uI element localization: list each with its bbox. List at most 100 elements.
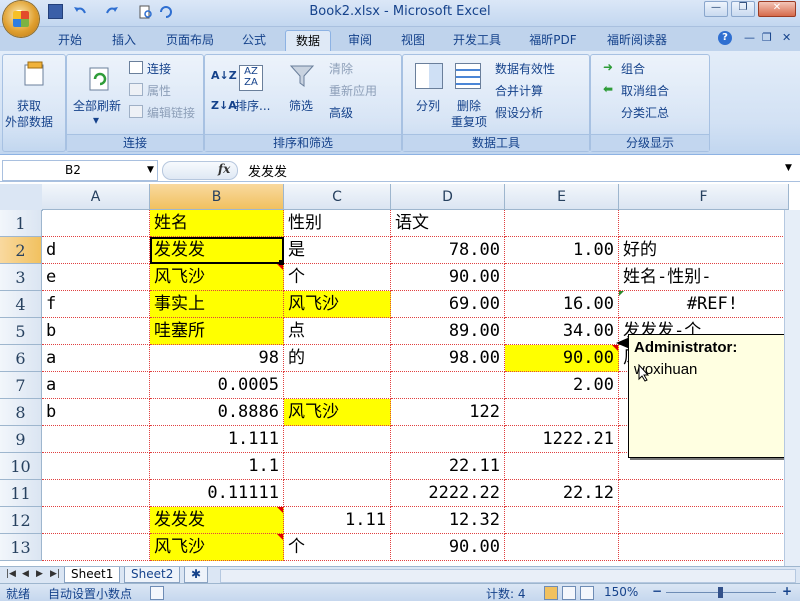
help-icon[interactable]: ? (718, 31, 732, 45)
cell-f2[interactable]: 好的 (619, 237, 789, 264)
cell-a12[interactable] (42, 507, 150, 534)
cell-c7[interactable] (284, 372, 391, 399)
cell-c6[interactable]: 的 (284, 345, 391, 372)
cell-e9[interactable]: 1222.21 (505, 426, 619, 453)
connections-button[interactable]: 连接 (147, 60, 171, 77)
office-button[interactable] (3, 1, 39, 37)
sort-button[interactable]: 排序... (235, 97, 270, 114)
cell-c1[interactable]: 性别 (284, 210, 391, 237)
tab-foxit-reader[interactable]: 福昕阅读器 (597, 30, 677, 50)
row-header-1[interactable]: 1 (0, 210, 42, 237)
cell-e11[interactable]: 22.12 (505, 480, 619, 507)
cell-e5[interactable]: 34.00 (505, 318, 619, 345)
cell-f13[interactable] (619, 534, 789, 561)
cell-e6[interactable]: 90.00 (505, 345, 619, 372)
cell-a11[interactable] (42, 480, 150, 507)
remove-duplicates-label-2[interactable]: 重复项 (451, 113, 487, 130)
sheet-tab-sheet2[interactable]: Sheet2 (124, 567, 181, 583)
cell-b9[interactable]: 1.111 (150, 426, 284, 453)
filter-button[interactable]: 筛选 (289, 97, 313, 114)
prev-sheet-icon[interactable]: ◀ (22, 569, 29, 579)
cell-c11[interactable] (284, 480, 391, 507)
get-external-label-2[interactable]: 外部数据 (5, 113, 53, 130)
cell-b7[interactable]: 0.0005 (150, 372, 284, 399)
row-header-11[interactable]: 11 (0, 480, 42, 507)
get-external-label-1[interactable]: 获取 (17, 97, 41, 114)
row-header-3[interactable]: 3 (0, 264, 42, 291)
cell-d4[interactable]: 69.00 (391, 291, 505, 318)
close-button[interactable]: ✕ (758, 1, 796, 17)
cell-a4[interactable]: f (42, 291, 150, 318)
normal-view-icon[interactable] (544, 586, 558, 600)
cell-a3[interactable]: e (42, 264, 150, 291)
row-header-9[interactable]: 9 (0, 426, 42, 453)
cell-f1[interactable] (619, 210, 789, 237)
cell-e13[interactable] (505, 534, 619, 561)
row-header-2[interactable]: 2 (0, 237, 42, 264)
cell-f3[interactable]: 姓名-性别- (619, 264, 789, 291)
sort-desc-icon[interactable]: Z↓A (211, 99, 237, 112)
tab-review[interactable]: 审阅 (338, 30, 382, 50)
row-header-12[interactable]: 12 (0, 507, 42, 534)
refresh-all-button[interactable]: 全部刷新 (73, 97, 121, 114)
page-break-view-icon[interactable] (580, 586, 594, 600)
cell-c10[interactable] (284, 453, 391, 480)
cell-d7[interactable] (391, 372, 505, 399)
reapply-button[interactable]: 重新应用 (329, 82, 377, 99)
tab-page-layout[interactable]: 页面布局 (158, 30, 222, 50)
horizontal-scrollbar[interactable] (220, 569, 796, 583)
cell-c8[interactable]: 风飞沙 (284, 399, 391, 426)
cell-e8[interactable] (505, 399, 619, 426)
vertical-scrollbar[interactable] (784, 210, 800, 566)
row-header-5[interactable]: 5 (0, 318, 42, 345)
cell-b13[interactable]: 风飞沙 (150, 534, 284, 561)
sort-asc-icon[interactable]: A↓Z (211, 69, 237, 82)
cell-a13[interactable] (42, 534, 150, 561)
row-header-6[interactable]: 6 (0, 345, 42, 372)
row-header-13[interactable]: 13 (0, 534, 42, 561)
row-header-7[interactable]: 7 (0, 372, 42, 399)
zoom-in-icon[interactable]: + (782, 584, 792, 598)
ribbon-close-icon[interactable]: ✕ (782, 31, 791, 44)
cell-b10[interactable]: 1.1 (150, 453, 284, 480)
cell-b2[interactable]: 发发发 (150, 237, 284, 264)
insert-function-icon[interactable]: fx (218, 162, 230, 176)
cell-d10[interactable]: 22.11 (391, 453, 505, 480)
ungroup-button[interactable]: 取消组合 (621, 82, 669, 99)
column-header-a[interactable]: A (42, 184, 150, 210)
cell-b12[interactable]: 发发发 (150, 507, 284, 534)
cell-a6[interactable]: a (42, 345, 150, 372)
first-sheet-icon[interactable]: |◀ (6, 569, 16, 579)
cell-a5[interactable]: b (42, 318, 150, 345)
zoom-slider-thumb[interactable] (718, 587, 723, 598)
cell-d8[interactable]: 122 (391, 399, 505, 426)
cell-comment-box[interactable]: Administrator: woxihuan (628, 334, 790, 458)
sheet-tab-sheet1[interactable]: Sheet1 (64, 567, 121, 583)
remove-duplicates-label-1[interactable]: 删除 (457, 97, 481, 114)
cell-e1[interactable] (505, 210, 619, 237)
tab-home[interactable]: 开始 (48, 30, 92, 50)
cell-a7[interactable]: a (42, 372, 150, 399)
group-button[interactable]: 组合 (621, 60, 645, 77)
cell-e12[interactable] (505, 507, 619, 534)
consolidate-button[interactable]: 合并计算 (495, 82, 543, 99)
tab-developer[interactable]: 开发工具 (444, 30, 510, 50)
last-sheet-icon[interactable]: ▶| (50, 569, 60, 579)
cell-d3[interactable]: 90.00 (391, 264, 505, 291)
cell-a8[interactable]: b (42, 399, 150, 426)
column-header-e[interactable]: E (505, 184, 619, 210)
tab-formulas[interactable]: 公式 (232, 30, 276, 50)
cell-c2[interactable]: 是 (284, 237, 391, 264)
row-header-8[interactable]: 8 (0, 399, 42, 426)
zoom-level[interactable]: 150% (604, 585, 638, 599)
cell-d6[interactable]: 98.00 (391, 345, 505, 372)
column-header-d[interactable]: D (391, 184, 505, 210)
cell-b4[interactable]: 事实上 (150, 291, 284, 318)
cell-f4[interactable]: #REF! (619, 291, 789, 318)
cell-d12[interactable]: 12.32 (391, 507, 505, 534)
cell-a2[interactable]: d (42, 237, 150, 264)
cell-d9[interactable] (391, 426, 505, 453)
cell-d5[interactable]: 89.00 (391, 318, 505, 345)
tab-view[interactable]: 视图 (391, 30, 435, 50)
cell-d2[interactable]: 78.00 (391, 237, 505, 264)
